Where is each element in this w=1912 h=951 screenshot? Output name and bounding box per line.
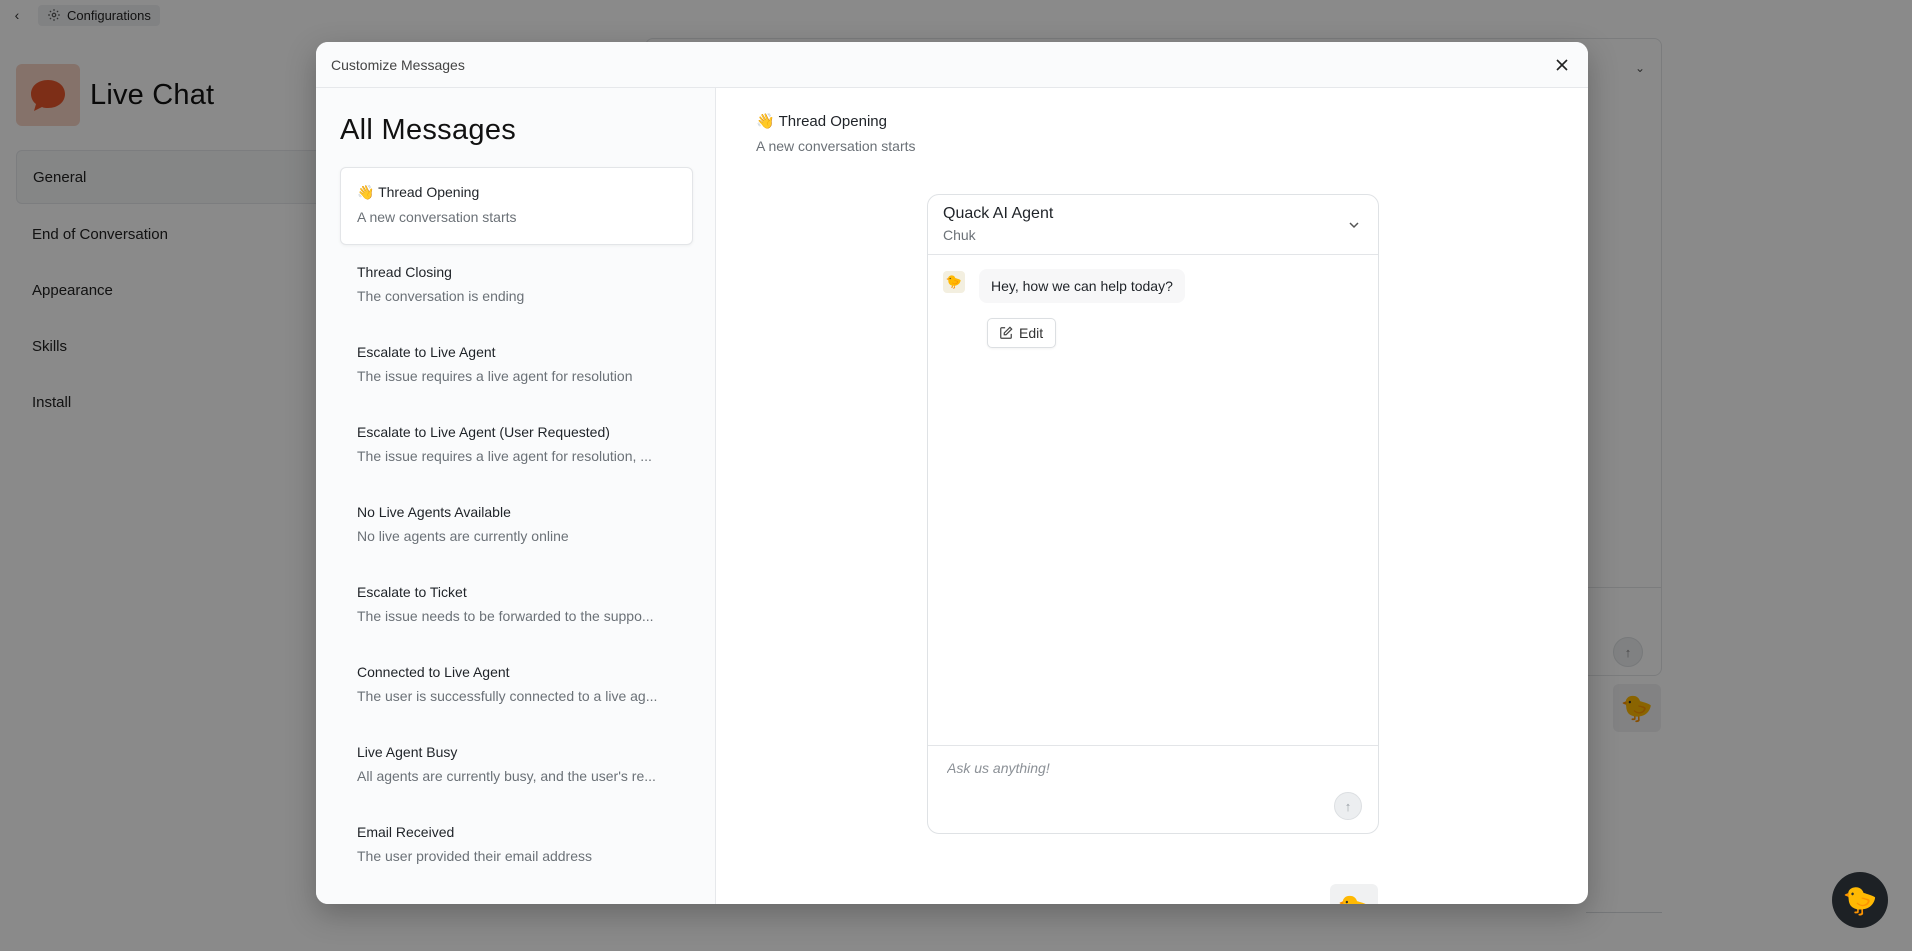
message-name: Escalate to Live Agent (User Requested) (357, 424, 610, 440)
message-desc: The issue requires a live agent for reso… (357, 448, 652, 464)
message-detail-panel: 👋 Thread Opening A new conversation star… (716, 88, 1588, 904)
customize-messages-modal: Customize Messages All Messages 👋 Thread… (316, 42, 1588, 904)
agent-name: Quack AI Agent (943, 205, 1054, 222)
message-name: Thread Closing (357, 264, 452, 280)
message-item-escalate-live-agent-user-requested[interactable]: Escalate to Live Agent (User Requested) … (340, 407, 693, 487)
modal-header: Customize Messages (316, 42, 1588, 88)
message-name: 👋 Thread Opening (357, 184, 480, 200)
edit-message-button[interactable]: Edit (987, 318, 1057, 348)
edit-label: Edit (1019, 325, 1044, 341)
chat-input-area: ↑ (928, 745, 1378, 833)
edit-icon (1000, 326, 1013, 339)
chat-launcher-button[interactable]: 🐤 (1832, 872, 1888, 928)
arrow-up-icon[interactable]: ↑ (1334, 792, 1362, 820)
message-name: Escalate to Ticket (357, 584, 467, 600)
message-name: No Live Agents Available (357, 504, 511, 520)
chat-widget-preview: Quack AI Agent Chuk 🐤 Hey, how we can he… (927, 194, 1379, 834)
all-messages-heading: All Messages (340, 114, 517, 146)
bot-message-bubble: Hey, how we can help today? (979, 269, 1185, 303)
message-desc: The issue needs to be forwarded to the s… (357, 608, 654, 624)
message-desc: All agents are currently busy, and the u… (357, 768, 656, 784)
message-name: Live Agent Busy (357, 744, 458, 760)
preview-launcher-button[interactable]: 🐤 (1330, 884, 1378, 904)
message-item-connected-live-agent[interactable]: Connected to Live Agent The user is succ… (340, 647, 693, 727)
message-item-thread-closing[interactable]: Thread Closing The conversation is endin… (340, 247, 693, 327)
chat-messages: 🐤 Hey, how we can help today? Edit (928, 255, 1378, 747)
message-desc: The conversation is ending (357, 288, 525, 304)
message-desc: The issue requires a live agent for reso… (357, 368, 633, 384)
message-item-thread-opening[interactable]: 👋 Thread Opening A new conversation star… (340, 167, 693, 245)
message-desc: No live agents are currently online (357, 528, 569, 544)
message-desc: A new conversation starts (357, 209, 517, 225)
modal-title: Customize Messages (331, 56, 465, 73)
message-name: Escalate to Live Agent (357, 344, 496, 360)
chevron-down-icon[interactable] (1348, 219, 1360, 231)
detail-desc: A new conversation starts (756, 138, 916, 154)
agent-subtitle: Chuk (943, 227, 976, 243)
close-icon[interactable] (1552, 55, 1572, 75)
message-name: Email Received (357, 824, 455, 840)
bot-avatar: 🐤 (943, 271, 965, 293)
detail-title: 👋 Thread Opening (756, 113, 887, 130)
message-item-escalate-ticket[interactable]: Escalate to Ticket The issue needs to be… (340, 567, 693, 647)
message-item-live-agent-busy[interactable]: Live Agent Busy All agents are currently… (340, 727, 693, 807)
message-name: Connected to Live Agent (357, 664, 510, 680)
chat-input[interactable] (947, 760, 1327, 776)
message-item-escalate-live-agent[interactable]: Escalate to Live Agent The issue require… (340, 327, 693, 407)
message-desc: The user is successfully connected to a … (357, 688, 658, 704)
message-item-no-live-agents[interactable]: No Live Agents Available No live agents … (340, 487, 693, 567)
message-desc: The user provided their email address (357, 848, 593, 864)
message-item-email-received[interactable]: Email Received The user provided their e… (340, 807, 693, 887)
chat-header[interactable]: Quack AI Agent Chuk (928, 195, 1378, 255)
messages-list-panel: All Messages 👋 Thread Opening A new conv… (316, 88, 716, 904)
